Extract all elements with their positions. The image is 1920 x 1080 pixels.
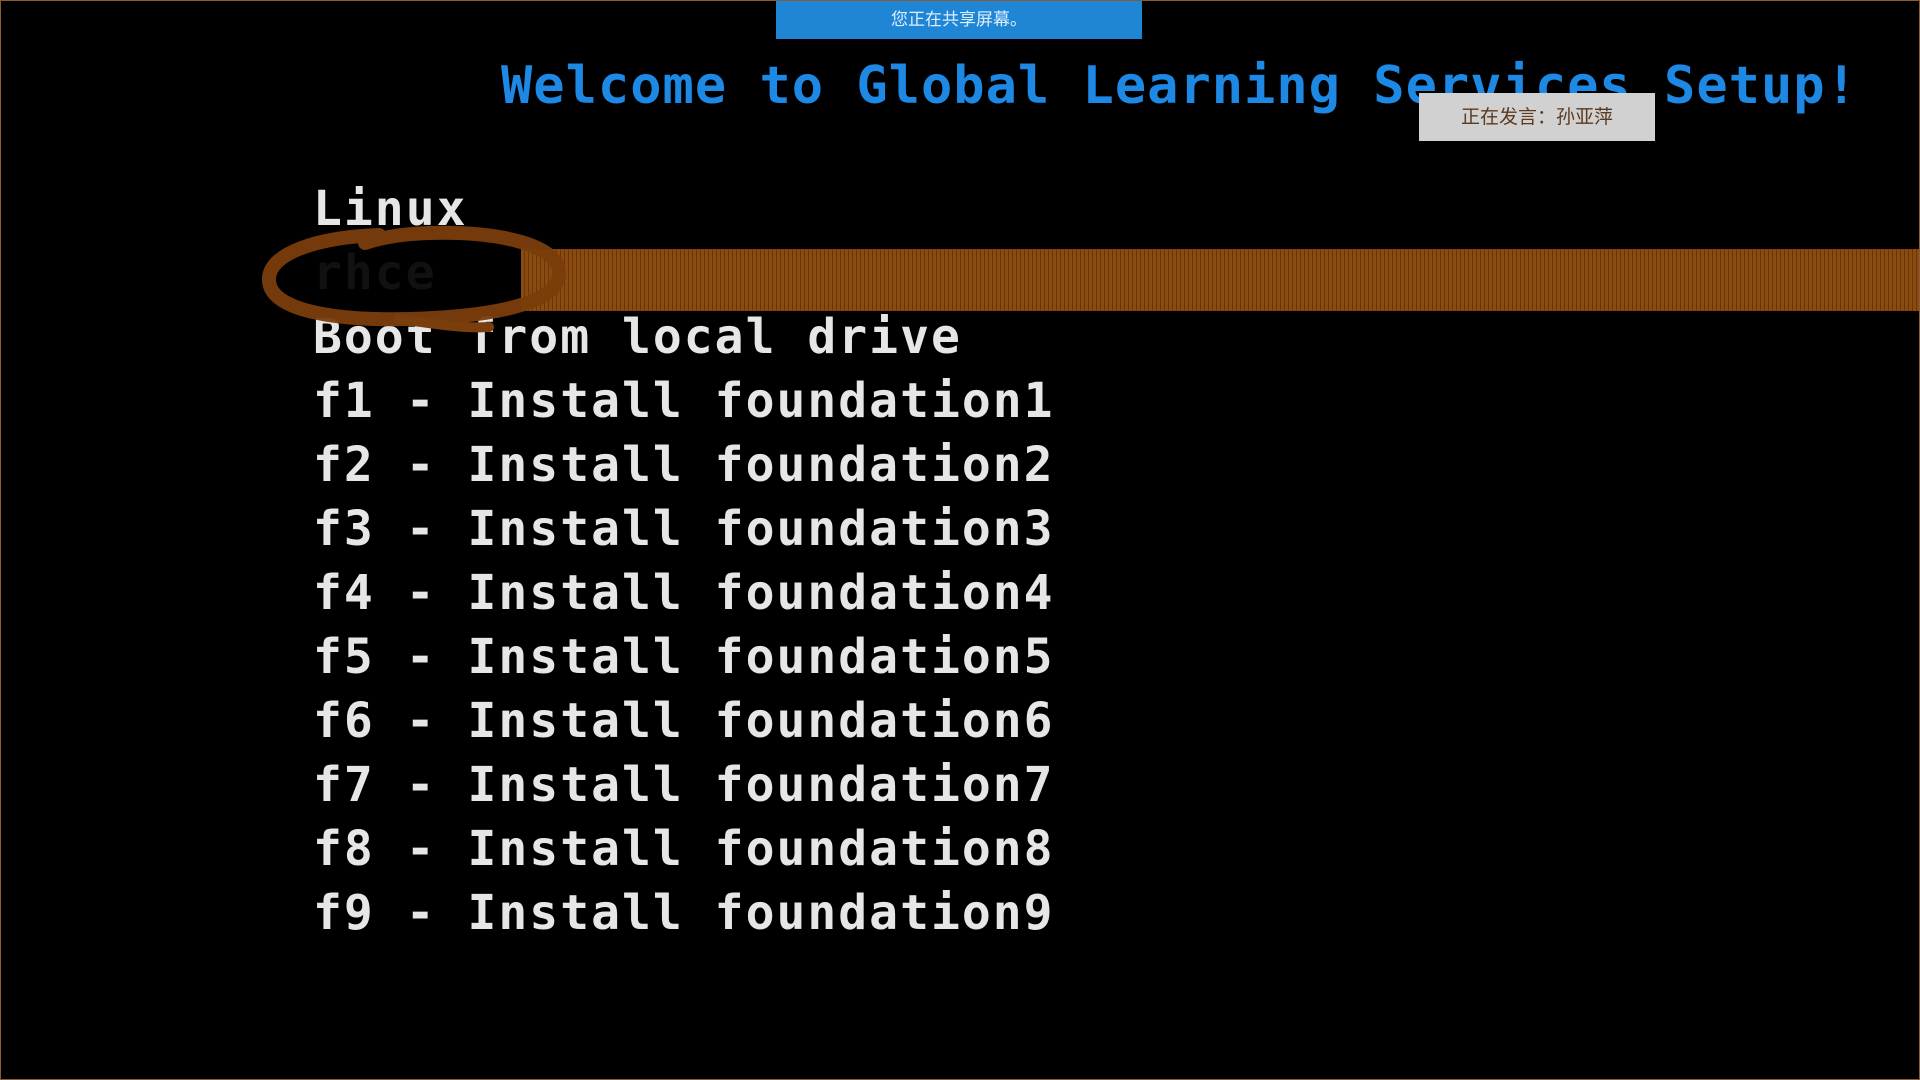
speaker-name: 孙亚萍 [1556,106,1614,128]
screen-sharing-text: 您正在共享屏幕。 [891,10,1027,30]
remote-console-screen: 您正在共享屏幕。 Welcome to Global Learning Serv… [0,0,1920,1080]
menu-item-f3[interactable]: f3 - Install foundation3 [313,497,1919,561]
menu-item-f2[interactable]: f2 - Install foundation2 [313,433,1919,497]
speaker-badge: 正在发言：孙亚萍 [1419,93,1655,141]
annotation-ink-circle [262,225,567,333]
menu-item-f1[interactable]: f1 - Install foundation1 [313,369,1919,433]
speaker-label: 正在发言： [1460,106,1556,128]
menu-item-f4[interactable]: f4 - Install foundation4 [313,561,1919,625]
screen-sharing-banner[interactable]: 您正在共享屏幕。 [776,1,1142,39]
menu-item-f6[interactable]: f6 - Install foundation6 [313,689,1919,753]
menu-item-f9[interactable]: f9 - Install foundation9 [313,881,1919,945]
menu-item-f8[interactable]: f8 - Install foundation8 [313,817,1919,881]
menu-item-f7[interactable]: f7 - Install foundation7 [313,753,1919,817]
menu-item-f5[interactable]: f5 - Install foundation5 [313,625,1919,689]
